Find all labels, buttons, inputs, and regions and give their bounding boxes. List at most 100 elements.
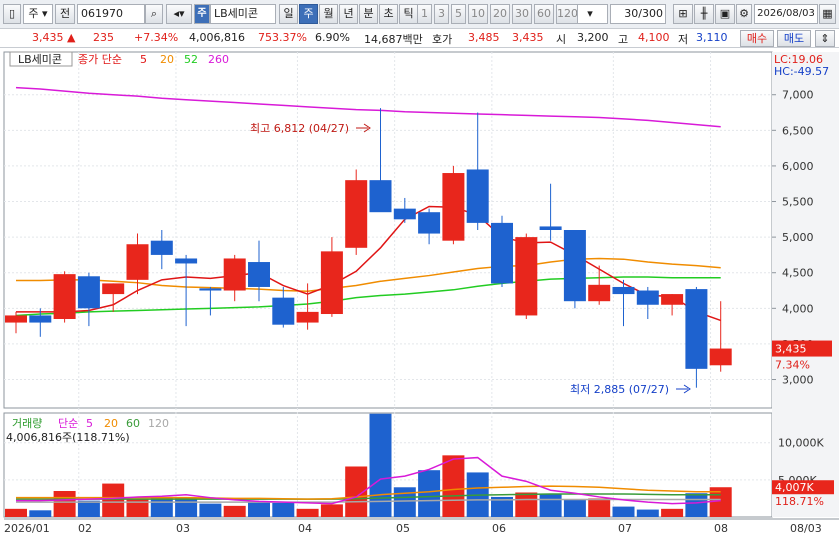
period-5-button[interactable]: 초 xyxy=(379,4,398,24)
buy-button[interactable]: 매수 xyxy=(740,30,774,47)
candle-body xyxy=(636,290,659,305)
volume-legend-20: 20 xyxy=(104,417,118,430)
y-tick-label: 3,000 xyxy=(782,374,814,387)
candle-body xyxy=(5,315,27,323)
ma-legend-52: 52 xyxy=(184,53,198,66)
volume-bar xyxy=(393,487,416,517)
period-2-button[interactable]: 월 xyxy=(319,4,338,24)
gear-icon[interactable]: ⚙ xyxy=(736,4,752,24)
minute-1-button[interactable]: 1 xyxy=(417,4,432,24)
candle-body xyxy=(175,258,198,264)
candle-body xyxy=(29,315,52,323)
volume-bar xyxy=(661,508,684,517)
x-tick-label: 02 xyxy=(78,522,92,535)
candle-body xyxy=(588,284,611,302)
x-tick-label: 04 xyxy=(298,522,312,535)
date-input[interactable]: 2026/08/03 xyxy=(754,4,818,24)
volume-bar xyxy=(588,498,611,517)
x-tick-label: 08/03 xyxy=(790,522,822,535)
x-tick-label: 08 xyxy=(714,522,728,535)
candle-body xyxy=(709,348,732,366)
quote-label: 호가 xyxy=(432,33,453,46)
volume-bar xyxy=(223,505,246,517)
volume-bar xyxy=(199,503,222,517)
open-value: 3,200 xyxy=(577,31,609,44)
ma-legend-260: 260 xyxy=(208,53,229,66)
grid-settings-icon[interactable]: ⊞ xyxy=(673,4,693,24)
volume-bar xyxy=(539,493,562,517)
last-rate-label: 7.34% xyxy=(775,359,810,372)
volume-bar xyxy=(77,500,100,517)
volume-title: 거래량 xyxy=(12,417,42,430)
hc-label: HC:-49.57 xyxy=(774,65,829,78)
volume-bar xyxy=(320,504,343,517)
candle-body xyxy=(102,283,125,295)
candle-body xyxy=(515,237,538,316)
x-tick-label: 06 xyxy=(492,522,506,535)
period-4-button[interactable]: 분 xyxy=(359,4,378,24)
y-tick-label: 6,000 xyxy=(782,160,814,173)
last-price-label: 3,435 xyxy=(775,343,807,356)
toolbar: ▯ 주 ▾ 전 061970 ⌕ ◂▾ 주 LB세미콘 ▾ 30/300 ⊞ ╫… xyxy=(0,0,839,29)
last-volume-rate: 118.71% xyxy=(775,495,824,508)
count-max: /300 xyxy=(638,7,663,20)
speaker-icon[interactable]: ◂▾ xyxy=(166,4,192,24)
stock-code-input[interactable]: 061970 xyxy=(77,4,145,24)
open-label: 시 xyxy=(556,33,567,46)
y-tick-label: 6,500 xyxy=(782,124,814,137)
min-annotation: 최저 2,885 (07/27) xyxy=(570,383,669,396)
candle-body xyxy=(466,169,489,223)
minute-10-button[interactable]: 10 xyxy=(468,4,488,24)
chart-menu-icon[interactable]: ▯ xyxy=(3,4,21,24)
candle-body xyxy=(612,286,635,295)
x-tick-label: 2026/01 xyxy=(4,522,50,535)
volume-bar xyxy=(272,502,295,517)
minute-5-button[interactable]: 5 xyxy=(451,4,466,24)
period-0-button[interactable]: 일 xyxy=(279,4,298,24)
volume-legend-120: 120 xyxy=(148,417,169,430)
ma-legend-20: 20 xyxy=(160,53,174,66)
change-rate: +7.34% xyxy=(134,31,179,44)
disk-icon[interactable]: ▣ xyxy=(715,4,735,24)
low-value: 3,110 xyxy=(696,31,728,44)
minute-30-button[interactable]: 30 xyxy=(512,4,532,24)
minute-20-button[interactable]: 20 xyxy=(490,4,510,24)
x-tick-label: 03 xyxy=(176,522,190,535)
market-select[interactable]: 주 ▾ xyxy=(23,4,53,24)
volume-bar xyxy=(5,508,27,517)
period-3-button[interactable]: 년 xyxy=(339,4,358,24)
minute-3-button[interactable]: 3 xyxy=(434,4,449,24)
minute-120-button[interactable]: 120 xyxy=(556,4,578,24)
period-1-button[interactable]: 주 xyxy=(299,4,318,24)
collapse-icon[interactable]: ⇕ xyxy=(815,30,835,47)
candle-style-icon[interactable]: ╫ xyxy=(694,4,714,24)
sell-button[interactable]: 매도 xyxy=(777,30,811,47)
compare-button[interactable]: 전 xyxy=(55,4,75,24)
candle-body xyxy=(345,180,368,248)
candle-body xyxy=(393,208,416,220)
turnover-rate: 6.90% xyxy=(315,31,350,44)
y-tick-label: 4,000 xyxy=(782,302,814,315)
y-tick-label: 5,500 xyxy=(782,196,814,209)
stock-name: LB세미콘 xyxy=(210,4,276,24)
search-icon[interactable]: ⌕ xyxy=(145,4,163,24)
amount-value: 14,687백만 xyxy=(364,33,423,46)
chart-title: LB세미콘 xyxy=(18,53,62,66)
calendar-icon[interactable]: ▦ xyxy=(819,4,836,24)
volume-bar xyxy=(126,498,149,517)
candle-body xyxy=(296,311,319,323)
volume-bar xyxy=(53,491,76,517)
candle-body xyxy=(491,222,513,284)
x-tick-label: 05 xyxy=(396,522,410,535)
y-tick-label: 7,000 xyxy=(782,89,814,102)
count-input[interactable]: 30/300 xyxy=(610,4,666,24)
volume-current: 4,006,816주(118.71%) xyxy=(6,431,130,444)
x-tick-label: 07 xyxy=(618,522,632,535)
period-6-button[interactable]: 틱 xyxy=(399,4,418,24)
market-label: 주 xyxy=(28,7,39,20)
count-value: 30 xyxy=(624,7,639,20)
minute-60-button[interactable]: 60 xyxy=(534,4,554,24)
volume-bar xyxy=(150,496,173,517)
volume-bar xyxy=(563,499,586,517)
up-arrow-icon: ▲ xyxy=(67,31,76,44)
